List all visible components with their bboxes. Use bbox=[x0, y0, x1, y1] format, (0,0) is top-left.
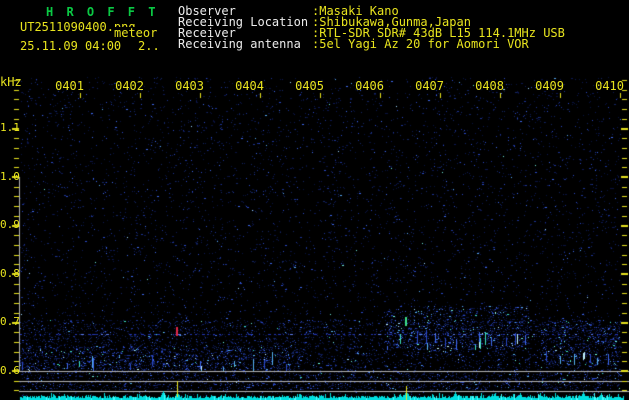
time-tick-label: 0402 bbox=[115, 79, 144, 93]
time-tick-label: 0410 bbox=[595, 79, 624, 93]
freq-tick-label: 1.1 bbox=[0, 121, 20, 134]
time-tick-label: 0409 bbox=[535, 79, 564, 93]
time-tick-label: 0403 bbox=[175, 79, 204, 93]
echo-count: 2.. bbox=[138, 39, 160, 53]
time-tick-label: 0408 bbox=[475, 79, 504, 93]
time-tick-label: 0404 bbox=[235, 79, 264, 93]
freq-tick-label: 1.0 bbox=[0, 170, 20, 183]
mode-label: meteor bbox=[113, 26, 159, 40]
datetime-label: 25.11.09 04:00 bbox=[20, 39, 122, 53]
freq-tick-label: 0.9 bbox=[0, 218, 20, 231]
page-title: H R O F F T bbox=[46, 5, 159, 19]
freq-unit-label: kHz bbox=[0, 75, 22, 89]
time-tick-label: 0406 bbox=[355, 79, 384, 93]
info-value-antenna: :5el Yagi Az 20 for Aomori VOR bbox=[312, 37, 529, 51]
time-tick-label: 0407 bbox=[415, 79, 444, 93]
freq-tick-label: 0.8 bbox=[0, 267, 20, 280]
hrofft-screen: H R O F F T UT2511090400.png meteor 25.1… bbox=[0, 0, 629, 400]
info-label-antenna: Receiving antenna bbox=[178, 37, 301, 51]
freq-tick-label: 0.6 bbox=[0, 364, 20, 377]
freq-tick-label: 0.7 bbox=[0, 315, 20, 328]
time-tick-label: 0405 bbox=[295, 79, 324, 93]
time-tick-label: 0401 bbox=[55, 79, 84, 93]
spectrogram-canvas bbox=[0, 0, 629, 400]
